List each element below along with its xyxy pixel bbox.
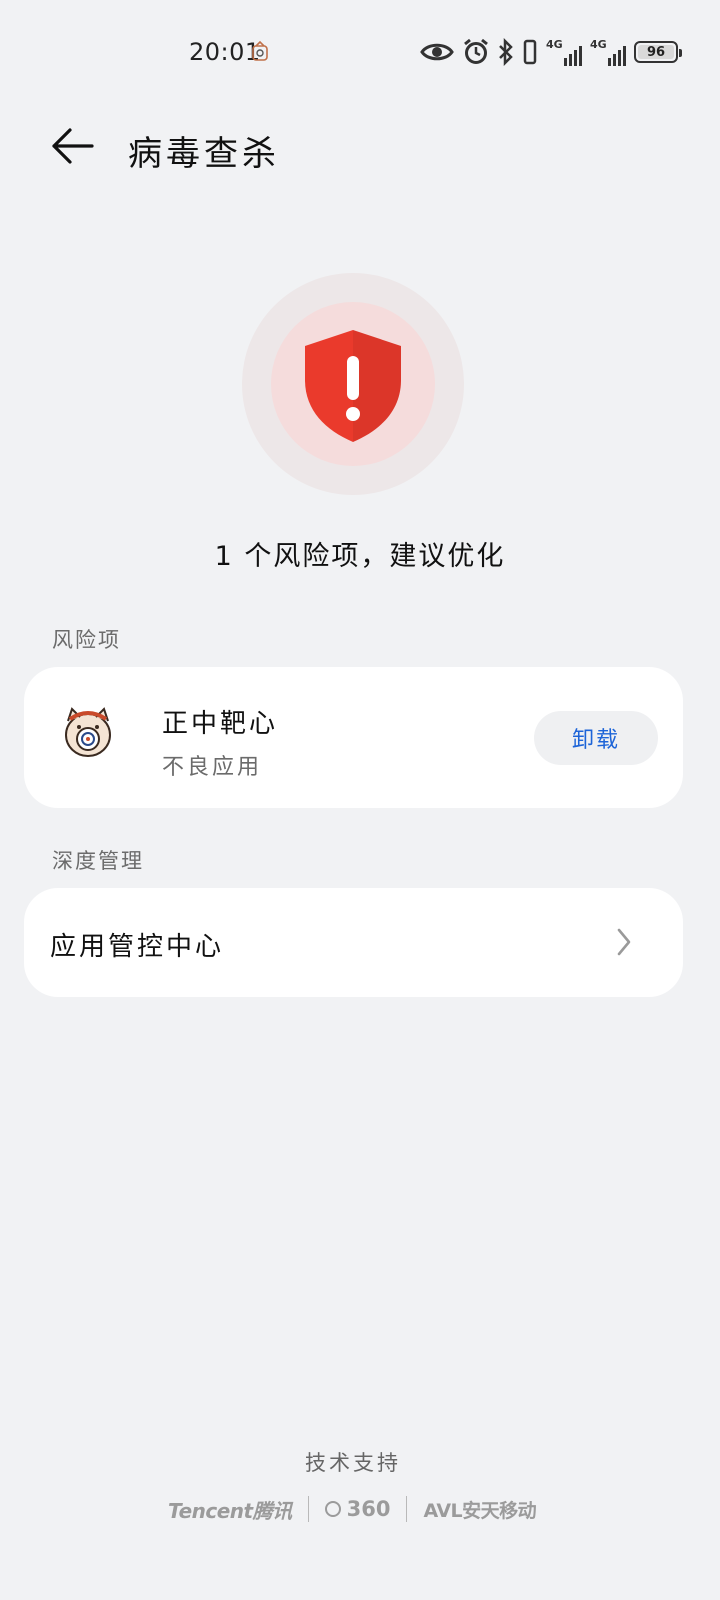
360-logo-mark [324, 1501, 341, 1517]
logo-divider-2 [406, 1496, 408, 1522]
risk-section-label: 风险项 [52, 628, 121, 652]
warning-shield-icon [305, 330, 401, 442]
signal-icon-2: 4G [590, 38, 626, 66]
chevron-right-icon [617, 928, 631, 956]
vibrate-icon [522, 38, 538, 66]
page-title: 病毒查杀 [128, 134, 280, 174]
antiy-logo: AVL安天移动 [423, 1499, 537, 1522]
risk-item-card: 正中靶心 不良应用 卸载 [24, 667, 683, 808]
deep-management-section-label: 深度管理 [52, 849, 144, 873]
risk-status-graphic [242, 273, 464, 495]
tencent-logo: Tencent腾讯 [168, 1498, 292, 1523]
back-arrow-icon [52, 128, 94, 164]
app-icon [62, 703, 114, 759]
logo-divider [307, 1496, 309, 1522]
app-notification-icon [250, 40, 270, 62]
bluetooth-icon [498, 38, 514, 66]
status-icons: 4G 4G 96 [420, 36, 682, 68]
signal-icon: 4G [546, 38, 582, 66]
360-logo: 360 [324, 1497, 390, 1521]
app-risk-type: 不良应用 [162, 755, 263, 780]
alarm-icon [462, 38, 490, 66]
uninstall-button[interactable]: 卸载 [534, 711, 658, 765]
partner-logos: Tencent腾讯 360 AVL安天移动 [168, 1492, 537, 1526]
eye-icon [420, 40, 454, 64]
battery-icon: 96 [634, 41, 682, 63]
scan-summary: 1 个风险项，建议优化 [214, 541, 506, 572]
app-control-center-item[interactable]: 应用管控中心 [24, 888, 683, 997]
status-bar: 20:01 4G 4G 96 [0, 0, 720, 100]
app-control-center-label: 应用管控中心 [50, 932, 225, 962]
tech-support-label: 技术支持 [305, 1451, 401, 1475]
back-button[interactable] [44, 118, 100, 174]
app-name: 正中靶心 [162, 709, 279, 739]
